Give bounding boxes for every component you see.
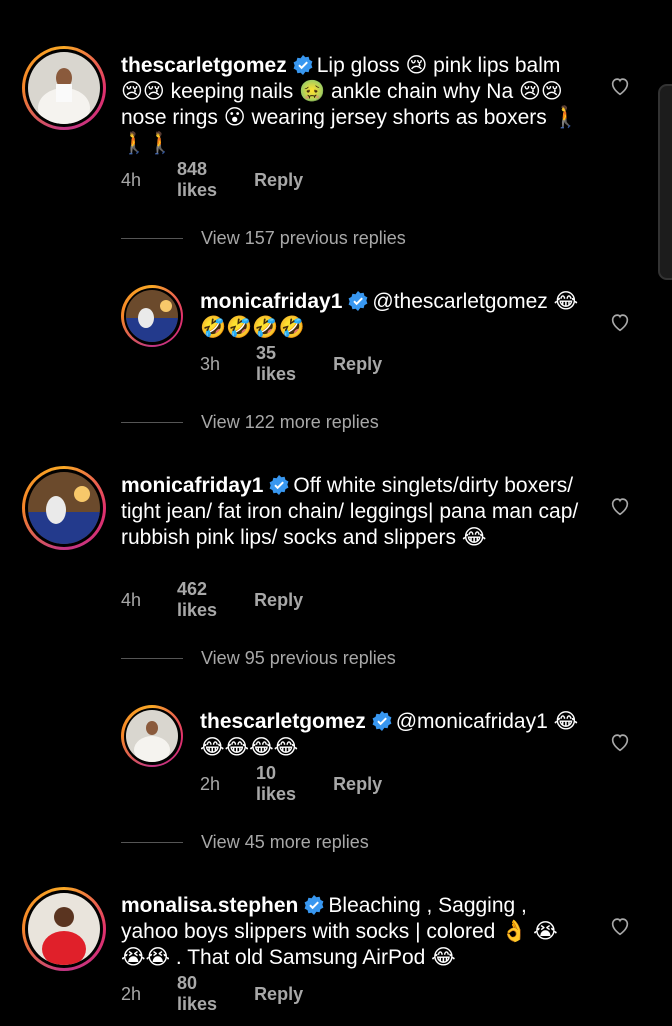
comment-likes[interactable]: 462 likes [177, 579, 217, 621]
avatar[interactable] [121, 285, 183, 347]
avatar[interactable] [22, 46, 106, 130]
view-replies-toggle[interactable]: View 45 more replies [121, 832, 369, 853]
heart-outline-icon[interactable] [609, 731, 631, 753]
comment-meta: 3h 35 likes Reply [200, 343, 382, 384]
comment-likes[interactable]: 80 likes [177, 973, 217, 1015]
comment-time: 4h [121, 169, 142, 190]
view-replies-toggle[interactable]: View 157 previous replies [121, 228, 406, 249]
comment-username[interactable]: thescarletgomez [121, 54, 287, 77]
divider [121, 842, 183, 843]
view-replies-toggle[interactable]: View 95 previous replies [121, 648, 396, 669]
divider [121, 238, 183, 239]
comment-meta: 2h 10 likes Reply [200, 763, 382, 804]
comment-likes[interactable]: 35 likes [256, 343, 296, 385]
avatar[interactable] [22, 887, 106, 971]
view-replies-label: View 122 more replies [201, 412, 379, 432]
view-replies-toggle[interactable]: View 122 more replies [121, 412, 379, 433]
verified-badge-icon [304, 895, 324, 915]
reply-button[interactable]: Reply [254, 590, 303, 611]
comment-likes[interactable]: 10 likes [256, 763, 296, 805]
reply-button[interactable]: Reply [333, 354, 382, 375]
reply-button[interactable]: Reply [333, 774, 382, 795]
comment-time: 2h [121, 983, 142, 1004]
comment-username[interactable]: monalisa.stephen [121, 894, 298, 917]
reply-button[interactable]: Reply [254, 170, 303, 191]
heart-outline-icon[interactable] [609, 915, 631, 937]
comment-username[interactable]: monicafriday1 [121, 474, 263, 497]
view-replies-label: View 45 more replies [201, 832, 369, 852]
avatar-image [28, 52, 100, 124]
scrollbar[interactable] [658, 84, 672, 280]
reply-button[interactable]: Reply [254, 984, 303, 1005]
verified-badge-icon [372, 711, 392, 731]
avatar[interactable] [121, 705, 183, 767]
heart-outline-icon[interactable] [609, 495, 631, 517]
comment-username[interactable]: thescarletgomez [200, 710, 366, 733]
avatar-image [28, 893, 100, 965]
comment-username[interactable]: monicafriday1 [200, 290, 342, 313]
verified-badge-icon [293, 55, 313, 75]
comment-meta: 4h 848 likes Reply [121, 159, 303, 200]
avatar-image [126, 710, 178, 762]
comment-likes[interactable]: 848 likes [177, 159, 217, 201]
divider [121, 422, 183, 423]
avatar-image [126, 290, 178, 342]
verified-badge-icon [269, 475, 289, 495]
view-replies-label: View 157 previous replies [201, 228, 406, 248]
avatar-image [28, 472, 100, 544]
comment-time: 2h [200, 773, 221, 794]
verified-badge-icon [348, 291, 368, 311]
avatar[interactable] [22, 466, 106, 550]
heart-outline-icon[interactable] [609, 75, 631, 97]
comment-time: 4h [121, 589, 142, 610]
heart-outline-icon[interactable] [609, 311, 631, 333]
divider [121, 658, 183, 659]
comment-meta: 2h 80 likes Reply [121, 973, 303, 1014]
view-replies-label: View 95 previous replies [201, 648, 396, 668]
comment-time: 3h [200, 353, 221, 374]
comment-meta: 4h 462 likes Reply [121, 579, 303, 620]
